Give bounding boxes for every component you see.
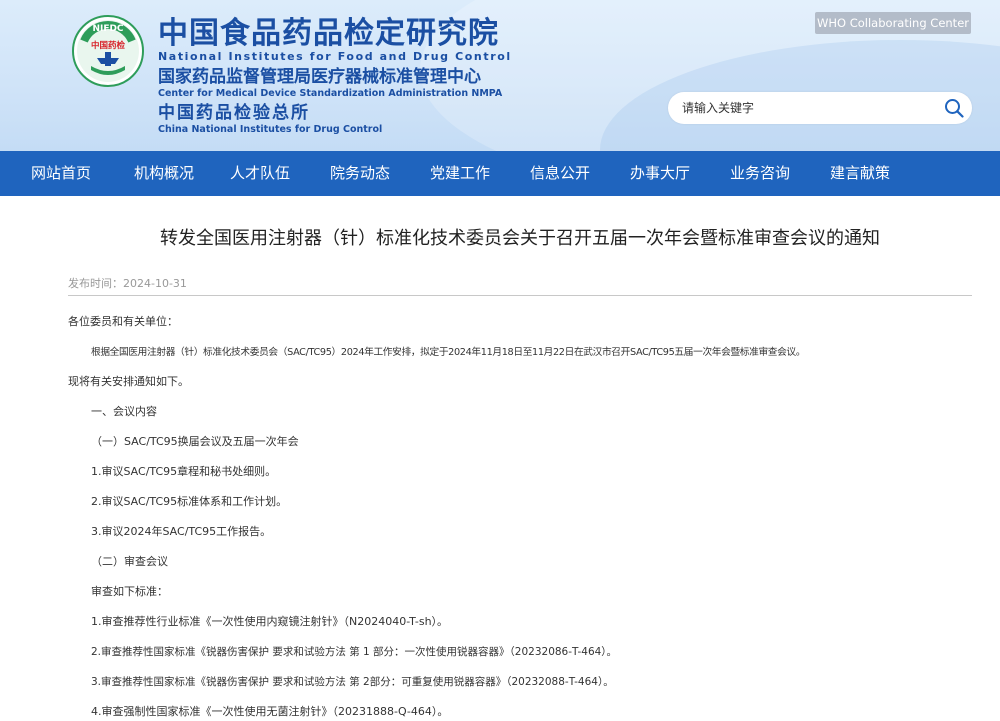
- nav-item-services[interactable]: 办事大厅: [610, 151, 710, 196]
- center-name-cn: 国家药品监督管理局医疗器械标准管理中心: [158, 67, 481, 87]
- article-paragraph: 一、会议内容: [91, 405, 157, 418]
- nav-item-about[interactable]: 机构概况: [118, 151, 210, 196]
- center-name-en: Center for Medical Device Standardizatio…: [158, 88, 503, 99]
- nav-item-party[interactable]: 党建工作: [410, 151, 510, 196]
- article-paragraph: 1.审查推荐性行业标准《一次性使用内窥镜注射针》（N2024040-T-sh）。: [91, 615, 449, 628]
- search-box: [668, 92, 972, 124]
- divider: [68, 295, 972, 296]
- article-paragraph: 1.审议SAC/TC95章程和秘书处细则。: [91, 465, 277, 478]
- site-header: NIFDC 中国药检 中国食品药品检定研究院 National Institut…: [0, 0, 1000, 151]
- main-nav: 网站首页 机构概况 人才队伍 院务动态 党建工作 信息公开 办事大厅 业务咨询 …: [0, 151, 1000, 196]
- article-paragraph: 审查如下标准：: [91, 585, 168, 598]
- article-paragraph: 根据全国医用注射器（针）标准化技术委员会（SAC/TC95）2024年工作安排，…: [91, 347, 806, 358]
- article-paragraph: 3.审议2024年SAC/TC95工作报告。: [91, 525, 272, 538]
- drug-control-name-cn: 中国药品检验总所: [158, 103, 310, 123]
- publish-time: 发布时间：2024-10-31: [68, 277, 187, 290]
- nav-item-suggestions[interactable]: 建言献策: [810, 151, 910, 196]
- article-paragraph: 3.审查推荐性国家标准《锐器伤害保护 要求和试验方法 第 2部分：可重复使用锐器…: [91, 676, 614, 688]
- article-paragraph: 4.审查强制性国家标准《一次性使用无菌注射针》（20231888-Q-464）。: [91, 705, 449, 718]
- article-paragraph: 2.审议SAC/TC95标准体系和工作计划。: [91, 495, 288, 508]
- nav-item-disclosure[interactable]: 信息公开: [510, 151, 610, 196]
- nav-item-home[interactable]: 网站首页: [0, 151, 118, 196]
- drug-control-name-en: China National Institutes for Drug Contr…: [158, 124, 383, 135]
- org-name-en: National Institutes for Food and Drug Co…: [158, 50, 512, 63]
- article-title: 转发全国医用注射器（针）标准化技术委员会关于召开五届一次年会暨标准审查会议的通知: [160, 228, 880, 249]
- svg-text:中国药检: 中国药检: [91, 40, 126, 51]
- svg-text:NIFDC: NIFDC: [92, 24, 123, 34]
- brand-block: 中国食品药品检定研究院 National Institutes for Food…: [158, 18, 512, 136]
- article-paragraph: （二）审查会议: [91, 555, 168, 568]
- nav-item-news[interactable]: 院务动态: [310, 151, 410, 196]
- article-paragraph: 各位委员和有关单位：: [68, 315, 178, 328]
- nav-item-consulting[interactable]: 业务咨询: [710, 151, 810, 196]
- article-paragraph: 2.审查推荐性国家标准《锐器伤害保护 要求和试验方法 第 1 部分：一次性使用锐…: [91, 646, 618, 658]
- article-paragraph: 现将有关安排通知如下。: [68, 375, 189, 388]
- nav-item-talent[interactable]: 人才队伍: [210, 151, 310, 196]
- who-collaborating-center-button[interactable]: WHO Collaborating Center: [815, 12, 971, 34]
- search-input[interactable]: [682, 98, 932, 118]
- article-paragraph: （一）SAC/TC95换届会议及五届一次年会: [91, 435, 299, 448]
- nifdc-logo-icon[interactable]: NIFDC 中国药检: [71, 14, 145, 88]
- search-icon[interactable]: [944, 98, 964, 118]
- org-name-cn: 中国食品药品检定研究院: [158, 16, 499, 51]
